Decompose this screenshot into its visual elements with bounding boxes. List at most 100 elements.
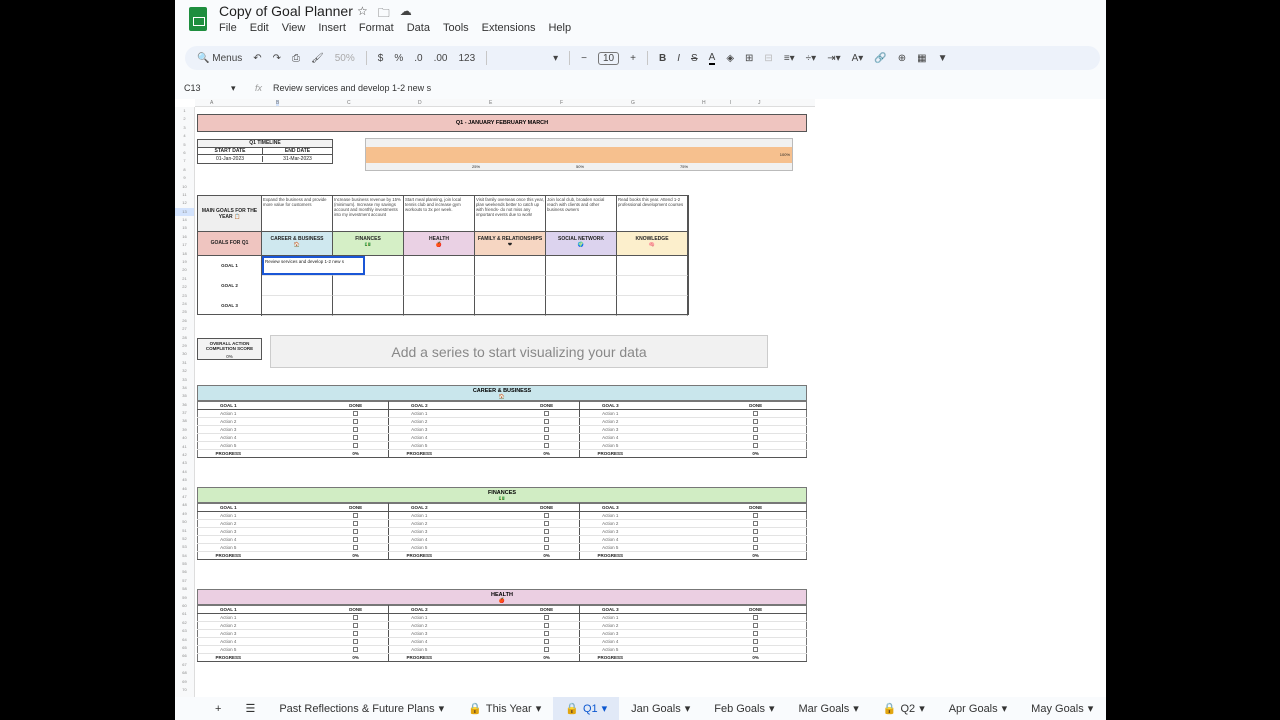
- row-number[interactable]: 69: [175, 678, 194, 686]
- done-checkbox[interactable]: [353, 622, 359, 628]
- row-number[interactable]: 5: [175, 141, 194, 149]
- row-number[interactable]: 56: [175, 568, 194, 576]
- action-label[interactable]: Action 3: [579, 527, 641, 536]
- action-label[interactable]: Action 2: [197, 519, 259, 528]
- action-label[interactable]: Action 3: [197, 527, 259, 536]
- menu-extensions[interactable]: Extensions: [482, 22, 536, 34]
- text-color-icon[interactable]: A: [708, 52, 716, 65]
- menu-file[interactable]: File: [219, 22, 237, 34]
- tab-menu-icon[interactable]: ▾: [1088, 702, 1094, 715]
- done-checkbox[interactable]: [544, 442, 550, 448]
- row-number[interactable]: 39: [175, 426, 194, 434]
- font-size-increase[interactable]: +: [630, 53, 636, 64]
- done-checkbox[interactable]: [353, 418, 359, 424]
- action-label[interactable]: Action 4: [388, 637, 450, 646]
- name-box-dropdown-icon[interactable]: ▾: [231, 83, 255, 94]
- action-label[interactable]: Action 3: [388, 527, 450, 536]
- action-label[interactable]: Action 5: [388, 645, 450, 654]
- comment-icon[interactable]: ⊕: [898, 53, 906, 64]
- action-label[interactable]: Action 3: [388, 629, 450, 638]
- row-number[interactable]: 64: [175, 636, 194, 644]
- done-checkbox[interactable]: [753, 520, 759, 526]
- sheet-tab[interactable]: Mar Goals ▾: [787, 697, 871, 720]
- rotate-text-icon[interactable]: A▾: [852, 53, 864, 64]
- row-number[interactable]: 20: [175, 266, 194, 274]
- sheet-tab[interactable]: Apr Goals ▾: [937, 697, 1019, 720]
- action-label[interactable]: Action 4: [197, 433, 259, 442]
- goal-cell[interactable]: [546, 296, 617, 316]
- fill-color-icon[interactable]: ◈: [726, 53, 734, 64]
- row-number[interactable]: 48: [175, 501, 194, 509]
- goal-cell[interactable]: [475, 256, 546, 276]
- column-header[interactable]: H: [702, 100, 706, 106]
- row-number[interactable]: 30: [175, 350, 194, 358]
- row-number[interactable]: 31: [175, 359, 194, 367]
- tab-menu-icon[interactable]: ▾: [685, 702, 691, 715]
- column-header[interactable]: D: [418, 100, 422, 106]
- italic-button[interactable]: I: [677, 53, 680, 64]
- done-checkbox[interactable]: [544, 520, 550, 526]
- row-number[interactable]: 49: [175, 510, 194, 518]
- done-checkbox[interactable]: [353, 630, 359, 636]
- align-icon[interactable]: ≡▾: [784, 53, 795, 64]
- row-number[interactable]: 2: [175, 115, 194, 123]
- row-number[interactable]: 4: [175, 132, 194, 140]
- action-label[interactable]: Action 2: [579, 417, 641, 426]
- start-date[interactable]: 01-Jan-2023: [198, 156, 263, 162]
- tab-menu-icon[interactable]: ▾: [439, 702, 445, 715]
- row-number[interactable]: 12: [175, 199, 194, 207]
- wrap-icon[interactable]: ⇥▾: [827, 53, 840, 64]
- bold-button[interactable]: B: [659, 53, 666, 64]
- menu-tools[interactable]: Tools: [443, 22, 469, 34]
- action-label[interactable]: Action 1: [388, 511, 450, 520]
- row-number[interactable]: 23: [175, 292, 194, 300]
- row-number[interactable]: 14: [175, 216, 194, 224]
- goal-cell[interactable]: [262, 296, 333, 316]
- column-header[interactable]: A: [210, 100, 213, 106]
- strikethrough-icon[interactable]: S: [691, 53, 698, 64]
- goal-cell[interactable]: [546, 276, 617, 296]
- increase-decimal-button[interactable]: .00: [434, 53, 448, 64]
- row-number[interactable]: 27: [175, 325, 194, 333]
- row-number[interactable]: 55: [175, 560, 194, 568]
- row-number[interactable]: 68: [175, 669, 194, 677]
- column-header[interactable]: E: [489, 100, 492, 106]
- row-number[interactable]: 44: [175, 468, 194, 476]
- category-header[interactable]: KNOWLEDGE 🧠: [617, 232, 688, 256]
- row-number[interactable]: 1: [175, 107, 194, 115]
- row-number[interactable]: 46: [175, 485, 194, 493]
- row-number[interactable]: 54: [175, 552, 194, 560]
- main-goal-text[interactable]: Read books this year. Attend 1-2 profess…: [617, 196, 688, 232]
- name-box[interactable]: C13: [175, 83, 231, 93]
- done-checkbox[interactable]: [353, 638, 359, 644]
- main-goal-text[interactable]: Increase business revenue by 15% (minimu…: [333, 196, 404, 232]
- formula-input[interactable]: Review services and develop 1-2 new s: [273, 83, 431, 93]
- done-checkbox[interactable]: [544, 638, 550, 644]
- redo-icon[interactable]: ↷: [273, 53, 281, 64]
- action-label[interactable]: Action 1: [579, 511, 641, 520]
- done-checkbox[interactable]: [753, 544, 759, 550]
- sheet-tab[interactable]: 🔒 Q1 ▾: [553, 697, 620, 720]
- row-number[interactable]: 32: [175, 367, 194, 375]
- action-label[interactable]: Action 4: [579, 637, 641, 646]
- action-label[interactable]: Action 1: [579, 409, 641, 418]
- font-size-input[interactable]: 10: [598, 51, 620, 65]
- main-goal-text[interactable]: Visit family overseas once this year, pl…: [475, 196, 546, 232]
- goal-cell[interactable]: [617, 256, 688, 276]
- more-formats-button[interactable]: 123: [458, 53, 475, 64]
- done-checkbox[interactable]: [544, 434, 550, 440]
- row-number[interactable]: 29: [175, 342, 194, 350]
- sheet-tab[interactable]: May Goals ▾: [1019, 697, 1105, 720]
- action-label[interactable]: Action 1: [388, 409, 450, 418]
- done-checkbox[interactable]: [753, 646, 759, 652]
- row-number[interactable]: 16: [175, 233, 194, 241]
- action-label[interactable]: Action 3: [579, 425, 641, 434]
- done-checkbox[interactable]: [353, 442, 359, 448]
- done-checkbox[interactable]: [353, 410, 359, 416]
- column-header[interactable]: F: [560, 100, 563, 106]
- action-label[interactable]: Action 3: [388, 425, 450, 434]
- decrease-decimal-button[interactable]: .0: [414, 53, 422, 64]
- chart-icon[interactable]: ▦: [917, 53, 926, 64]
- goal-cell[interactable]: [262, 276, 333, 296]
- currency-button[interactable]: $: [378, 53, 384, 64]
